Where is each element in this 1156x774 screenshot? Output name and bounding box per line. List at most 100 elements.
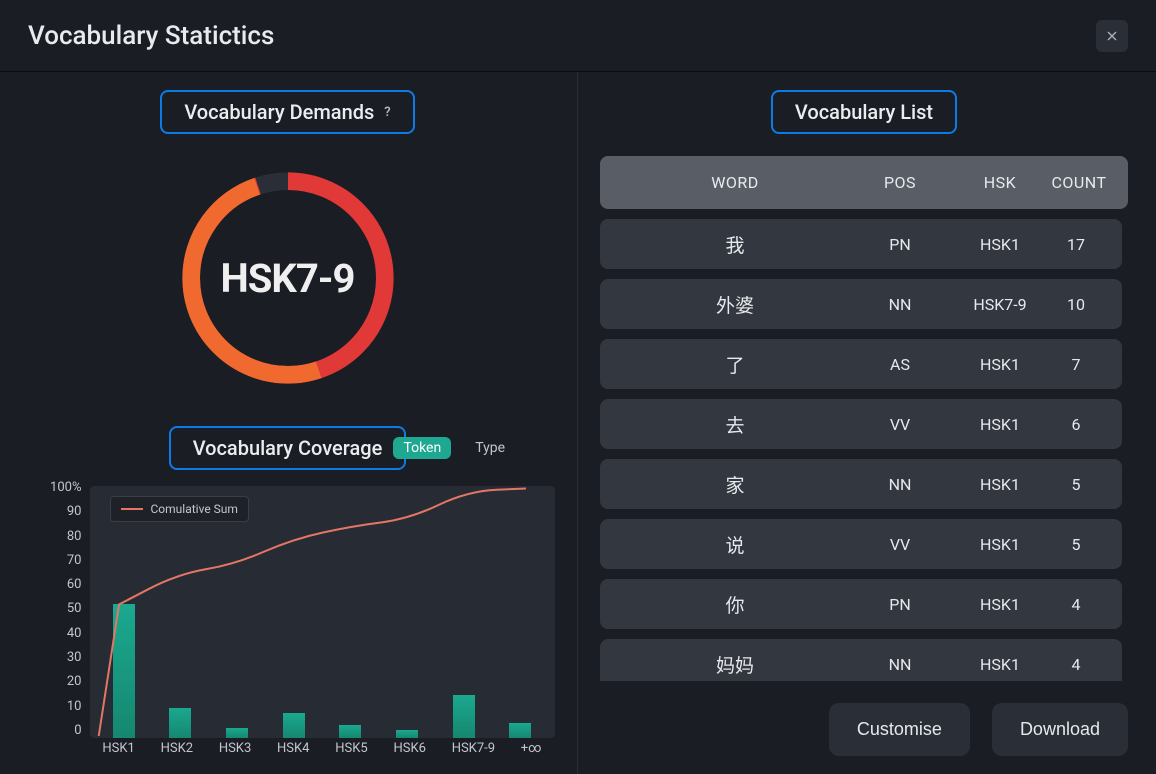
x-tick: HSK2 <box>161 741 193 756</box>
plot-area: Comulative Sum <box>90 486 555 738</box>
table-row[interactable]: 我PNHSK117 <box>600 219 1122 269</box>
dialog-title: Vocabulary Statictics <box>28 21 274 51</box>
coverage-toggle: Token Type <box>393 437 515 459</box>
donut-chart: HSK7-9 <box>178 168 398 388</box>
table-row[interactable]: 外婆NNHSK7-910 <box>600 279 1122 329</box>
close-button[interactable] <box>1096 20 1128 52</box>
bar-HSK1 <box>113 604 135 738</box>
cell-pos: PN <box>850 235 950 254</box>
cell-hsk: HSK1 <box>950 475 1050 494</box>
cell-count: 10 <box>1050 295 1102 314</box>
cell-word: 去 <box>620 411 850 438</box>
col-pos-header: POS <box>850 173 950 192</box>
bar-HSK6 <box>396 730 418 738</box>
y-tick: 30 <box>18 650 82 665</box>
col-count-header: COUNT <box>1050 173 1108 192</box>
bar-+∞ <box>509 723 531 738</box>
cell-word: 了 <box>620 351 850 378</box>
cell-hsk: HSK1 <box>950 595 1050 614</box>
cell-word: 家 <box>620 471 850 498</box>
list-header: WORD POS HSK COUNT <box>600 156 1128 209</box>
x-tick: HSK7-9 <box>452 741 495 756</box>
bar-HSK7-9 <box>453 695 475 738</box>
table-row[interactable]: 妈妈NNHSK14 <box>600 639 1122 681</box>
list-rows[interactable]: 我PNHSK117外婆NNHSK7-910了ASHSK17去VVHSK16家NN… <box>600 219 1128 681</box>
cell-pos: NN <box>850 295 950 314</box>
y-axis: 100%9080706050403020100 <box>18 480 88 738</box>
cell-pos: VV <box>850 535 950 554</box>
cell-hsk: HSK1 <box>950 535 1050 554</box>
coverage-chart: 100%9080706050403020100 Comulative Sum H… <box>18 480 558 756</box>
main-content: Vocabulary Demands ? HSK7-9 Vocabulary C… <box>0 72 1156 774</box>
cell-count: 7 <box>1050 355 1102 374</box>
bar-HSK2 <box>169 708 191 738</box>
vocabulary-demands-tab[interactable]: Vocabulary Demands ? <box>160 90 414 134</box>
dialog-header: Vocabulary Statictics <box>0 0 1156 72</box>
vocabulary-demands-label: Vocabulary Demands <box>184 100 374 124</box>
cell-pos: VV <box>850 415 950 434</box>
y-tick: 90 <box>18 504 82 519</box>
cell-pos: NN <box>850 655 950 674</box>
y-tick: 50 <box>18 601 82 616</box>
col-word-header: WORD <box>620 173 850 192</box>
table-row[interactable]: 了ASHSK17 <box>600 339 1122 389</box>
cell-count: 6 <box>1050 415 1102 434</box>
cell-word: 我 <box>620 231 850 258</box>
y-tick: 80 <box>18 529 82 544</box>
y-tick: 40 <box>18 626 82 641</box>
cell-count: 5 <box>1050 535 1102 554</box>
cell-hsk: HSK1 <box>950 415 1050 434</box>
y-tick: 0 <box>18 723 82 738</box>
toggle-type[interactable]: Type <box>465 437 515 459</box>
close-icon <box>1104 28 1120 44</box>
cell-pos: PN <box>850 595 950 614</box>
x-tick: HSK5 <box>335 741 367 756</box>
vocabulary-coverage-label: Vocabulary Coverage <box>193 436 383 460</box>
cell-hsk: HSK1 <box>950 355 1050 374</box>
cell-hsk: HSK1 <box>950 655 1050 674</box>
bar-HSK5 <box>339 725 361 738</box>
cell-count: 5 <box>1050 475 1102 494</box>
cell-pos: NN <box>850 475 950 494</box>
bars-container <box>90 486 555 738</box>
cell-hsk: HSK1 <box>950 235 1050 254</box>
x-tick: +∞ <box>521 741 542 756</box>
cell-count: 4 <box>1050 595 1102 614</box>
bar-HSK4 <box>283 713 305 738</box>
x-axis: HSK1 HSK2 HSK3 HSK4 HSK5 HSK6 HSK7-9 +∞ <box>90 741 555 756</box>
y-tick: 70 <box>18 553 82 568</box>
download-button[interactable]: Download <box>992 703 1128 756</box>
cell-count: 17 <box>1050 235 1102 254</box>
x-tick: HSK6 <box>393 741 425 756</box>
actions-bar: Customise Download <box>600 703 1128 756</box>
cell-pos: AS <box>850 355 950 374</box>
donut-center-label: HSK7-9 <box>178 168 398 388</box>
table-row[interactable]: 家NNHSK15 <box>600 459 1122 509</box>
cell-count: 4 <box>1050 655 1102 674</box>
right-panel: Vocabulary List WORD POS HSK COUNT 我PNHS… <box>578 72 1156 774</box>
table-row[interactable]: 说VVHSK15 <box>600 519 1122 569</box>
left-panel: Vocabulary Demands ? HSK7-9 Vocabulary C… <box>0 72 578 774</box>
cell-word: 说 <box>620 531 850 558</box>
customise-button[interactable]: Customise <box>829 703 970 756</box>
vocabulary-list-tab[interactable]: Vocabulary List <box>771 90 957 134</box>
x-tick: HSK4 <box>277 741 309 756</box>
vocabulary-coverage-tab[interactable]: Vocabulary Coverage <box>169 426 407 470</box>
bar-HSK3 <box>226 728 248 738</box>
col-hsk-header: HSK <box>950 173 1050 192</box>
cell-word: 你 <box>620 591 850 618</box>
x-tick: HSK1 <box>102 741 134 756</box>
coverage-header: Vocabulary Coverage Token Type <box>18 426 557 470</box>
toggle-token[interactable]: Token <box>393 437 451 459</box>
cell-hsk: HSK7-9 <box>950 295 1050 314</box>
y-tick: 20 <box>18 674 82 689</box>
y-tick: 10 <box>18 699 82 714</box>
cell-word: 外婆 <box>620 291 850 318</box>
cell-word: 妈妈 <box>620 651 850 678</box>
vocabulary-list: WORD POS HSK COUNT 我PNHSK117外婆NNHSK7-910… <box>600 156 1128 681</box>
table-row[interactable]: 你PNHSK14 <box>600 579 1122 629</box>
table-row[interactable]: 去VVHSK16 <box>600 399 1122 449</box>
vocabulary-list-label: Vocabulary List <box>795 100 933 124</box>
help-icon[interactable]: ? <box>384 105 390 120</box>
x-tick: HSK3 <box>219 741 251 756</box>
